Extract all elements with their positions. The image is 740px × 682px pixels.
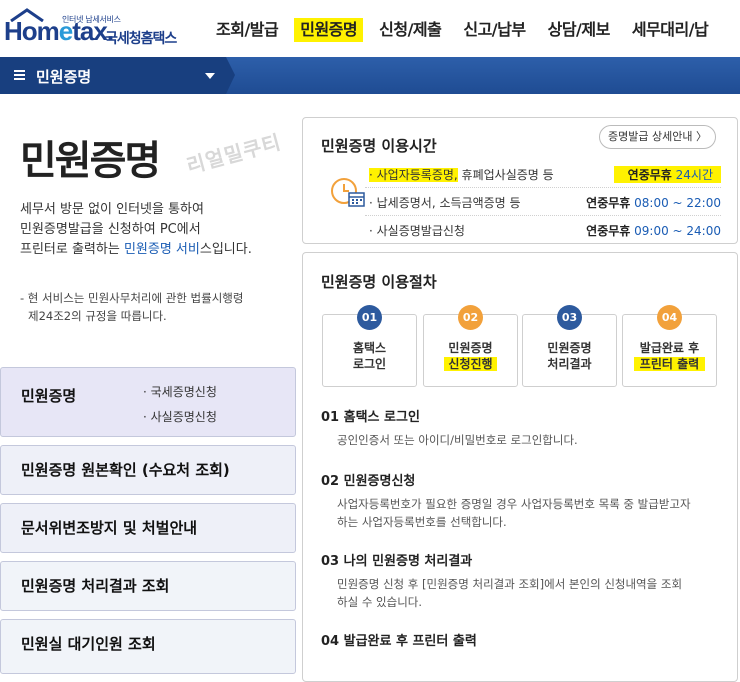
page-description: 세무서 방문 없이 인터넷을 통하여 민원증명발급을 신청하여 PC에서 프린터… bbox=[20, 202, 252, 257]
hours-row: · 납세증명서, 소득금액증명 등 연중무휴 08:00 ~ 22:00 bbox=[365, 191, 721, 216]
clock-calendar-icon bbox=[331, 178, 365, 207]
step-number: 04 bbox=[657, 305, 682, 330]
legal-notice: - 현 서비스는 민원사무처리에 관한 법률시행령 제24조2의 규정을 따릅니… bbox=[20, 291, 244, 323]
nav-report-pay[interactable]: 신고/납부 bbox=[457, 18, 531, 42]
left-menu-original-check[interactable]: 민원증명 원본확인 (수요처 조회) bbox=[0, 445, 296, 495]
procedure-detail: 02 민원증명신청 사업자등록번호가 필요한 증명일 경우 사업자등록번호 목록… bbox=[321, 474, 691, 529]
step-card: 01 홈택스 로그인 bbox=[322, 305, 417, 387]
hamburger-icon bbox=[14, 70, 25, 80]
step-number: 02 bbox=[458, 305, 483, 330]
step-card: 03 민원증명 처리결과 bbox=[522, 305, 617, 387]
watermark: 리얼밀쿠티 bbox=[183, 129, 284, 179]
hometax-logo[interactable]: 인터넷 납세서비스 Hometax. 국세청홈택스 bbox=[4, 6, 204, 52]
left-menu-forgery-prevention[interactable]: 문서위변조방지 및 처벌안내 bbox=[0, 503, 296, 553]
procedure-detail: 03 나의 민원증명 처리결과 민원증명 신청 후 [민원증명 처리결과 조회]… bbox=[321, 554, 683, 609]
left-menu-civil-cert[interactable]: 민원증명 · 국세증명신청 · 사실증명신청 bbox=[0, 367, 296, 437]
page-title: 민원증명 bbox=[20, 138, 161, 184]
hours-row: · 사실증명발급신청 연중무휴 09:00 ~ 24:00 bbox=[369, 224, 721, 238]
nav-apply[interactable]: 신청/제출 bbox=[373, 18, 447, 42]
step-number: 01 bbox=[357, 305, 382, 330]
chevron-down-icon bbox=[205, 73, 215, 79]
step-card: 04 발급완료 후 프린터 출력 bbox=[622, 305, 717, 387]
left-menu-result-inquiry[interactable]: 민원증명 처리결과 조회 bbox=[0, 561, 296, 611]
nav-civil-cert[interactable]: 민원증명 bbox=[294, 18, 364, 42]
section-title: 민원증명 bbox=[36, 68, 92, 86]
procedure-detail: 04 발급완료 후 프린터 출력 bbox=[321, 634, 477, 649]
procedure-title: 민원증명 이용절차 bbox=[321, 273, 437, 291]
step-card: 02 민원증명 신청진행 bbox=[423, 305, 518, 387]
nav-inquiry[interactable]: 조회/발급 bbox=[210, 18, 284, 42]
left-menu-waiting-count[interactable]: 민원실 대기인원 조회 bbox=[0, 619, 296, 674]
header: 인터넷 납세서비스 Hometax. 국세청홈택스 조회/발급 민원증명 신청/… bbox=[0, 0, 740, 57]
nav-tax-agent[interactable]: 세무대리/납 bbox=[626, 18, 714, 42]
global-nav: 조회/발급 민원증명 신청/제출 신고/납부 상담/제보 세무대리/납 bbox=[210, 18, 724, 48]
hours-row: · 사업자등록증명, 휴폐업사실증명 등 연중무휴 24시간 bbox=[365, 163, 721, 188]
section-dropdown[interactable]: 민원증명 bbox=[0, 57, 235, 94]
logo-brand: Hometax. bbox=[4, 16, 114, 46]
procedure-panel: 민원증명 이용절차 01 홈택스 로그인 02 민원증명 신청진행 03 민원증명 처… bbox=[302, 252, 738, 682]
submenu-fact-cert[interactable]: · 사실증명신청 bbox=[143, 405, 217, 430]
procedure-detail: 01 홈택스 로그인 공인인증서 또는 아이디/비밀번호로 로그인합니다. bbox=[321, 410, 578, 447]
submenu-national-tax-cert[interactable]: · 국세증명신청 bbox=[143, 380, 217, 405]
hours-panel: 민원증명 이용시간 증명발급 상세안내 〉 · 사업자등록증명, 휴폐업사실증명… bbox=[302, 117, 738, 244]
hours-title: 민원증명 이용시간 bbox=[321, 137, 437, 155]
detail-guide-button[interactable]: 증명발급 상세안내 〉 bbox=[599, 125, 716, 149]
step-number: 03 bbox=[557, 305, 582, 330]
menu-bar: 민원증명 bbox=[0, 57, 740, 94]
logo-korean: 국세청홈택스 bbox=[105, 31, 177, 47]
nav-consult[interactable]: 상담/제보 bbox=[542, 18, 616, 42]
